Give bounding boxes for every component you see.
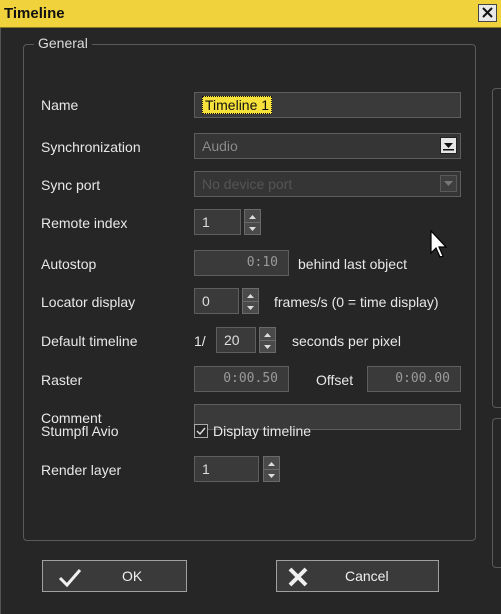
arrow-down-icon <box>268 474 275 478</box>
render-layer-label: Render layer <box>41 462 122 478</box>
mouse-cursor-icon <box>430 230 448 258</box>
locator-display-suffix: frames/s (0 = time display) <box>274 294 439 310</box>
autostop-value: 0:10 <box>246 255 278 270</box>
chevron-down-icon <box>444 181 453 186</box>
raster-value: 0:00.50 <box>223 371 278 386</box>
locator-display-value: 0 <box>202 293 210 309</box>
stumpfl-avio-label: Stumpfl Avio <box>41 423 119 439</box>
cancel-button-label: Cancel <box>345 568 389 584</box>
locator-display-label: Locator display <box>41 294 136 310</box>
render-layer-input[interactable]: 1 <box>194 456 259 482</box>
window-title: Timeline <box>4 5 65 22</box>
arrow-down-icon <box>264 345 271 349</box>
right-panel-edge-bottom <box>492 418 501 568</box>
ok-button-label: OK <box>122 568 143 584</box>
default-timeline-prefix: 1/ <box>194 333 206 349</box>
close-icon <box>482 7 493 18</box>
default-timeline-input[interactable]: 20 <box>216 327 256 353</box>
checkmark-icon <box>196 427 206 436</box>
remote-index-value: 1 <box>202 214 210 230</box>
autostop-input[interactable]: 0:10 <box>194 250 289 276</box>
spin-down-button[interactable] <box>264 469 279 481</box>
spin-down-button[interactable] <box>243 301 258 313</box>
remote-index-input[interactable]: 1 <box>194 209 241 235</box>
spin-down-button[interactable] <box>245 222 260 234</box>
autostop-label: Autostop <box>41 256 97 272</box>
close-icon <box>288 567 308 587</box>
sync-port-label: Sync port <box>41 177 101 193</box>
synchronization-label: Synchronization <box>41 139 141 155</box>
default-timeline-value: 20 <box>224 332 240 348</box>
sync-port-select: No device port <box>194 171 461 197</box>
checkmark-icon <box>58 569 82 588</box>
name-value: Timeline 1 <box>202 96 273 114</box>
name-label: Name <box>41 97 79 113</box>
locator-display-input[interactable]: 0 <box>194 288 239 314</box>
title-bar: Timeline <box>0 0 501 28</box>
render-layer-value: 1 <box>202 461 210 477</box>
chevron-down-icon <box>443 143 454 151</box>
raster-input[interactable]: 0:00.50 <box>194 366 289 392</box>
autostop-suffix: behind last object <box>298 256 407 272</box>
render-layer-spinner[interactable] <box>263 456 280 482</box>
remote-index-spinner[interactable] <box>244 209 261 235</box>
right-panel-edge-top <box>492 88 501 408</box>
name-input[interactable]: Timeline 1 <box>194 92 461 118</box>
locator-display-spinner[interactable] <box>242 288 259 314</box>
default-timeline-label: Default timeline <box>41 333 138 349</box>
spin-down-button[interactable] <box>260 340 275 352</box>
raster-label: Raster <box>41 372 83 388</box>
close-button[interactable] <box>478 4 497 22</box>
general-group-legend: General <box>34 35 92 51</box>
arrow-down-icon <box>249 227 256 231</box>
default-timeline-suffix: seconds per pixel <box>292 333 401 349</box>
display-timeline-checkbox[interactable] <box>194 424 208 438</box>
offset-input[interactable]: 0:00.00 <box>367 366 461 392</box>
offset-value: 0:00.00 <box>395 371 450 386</box>
sync-port-dropdown-button <box>440 175 457 192</box>
remote-index-label: Remote index <box>41 215 128 231</box>
default-timeline-spinner[interactable] <box>259 327 276 353</box>
synchronization-dropdown-button[interactable] <box>440 137 457 154</box>
display-timeline-label[interactable]: Display timeline <box>213 423 311 439</box>
ok-button[interactable]: OK <box>42 560 187 592</box>
offset-label: Offset <box>316 372 354 388</box>
cancel-button[interactable]: Cancel <box>276 560 439 592</box>
synchronization-value: Audio <box>202 138 238 154</box>
sync-port-value: No device port <box>202 176 293 192</box>
arrow-down-icon <box>247 306 254 310</box>
synchronization-select[interactable]: Audio <box>194 133 461 159</box>
